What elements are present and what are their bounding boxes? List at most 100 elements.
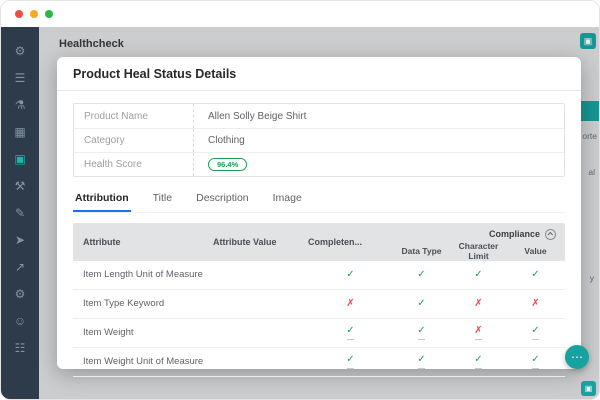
chevron-up-icon	[546, 231, 553, 238]
dash-indicator	[347, 368, 354, 369]
status-check-icon: ✓	[417, 298, 426, 309]
sidebar-item-teams[interactable]: ☷	[1, 334, 39, 361]
status-cross-icon: ✗	[531, 298, 540, 309]
dash-indicator	[532, 339, 539, 340]
dash-indicator	[532, 368, 539, 369]
completeness-status: ✗	[308, 299, 393, 309]
value-status: ✓	[507, 326, 564, 340]
database-icon: ☰	[14, 70, 26, 85]
content-area: Healthcheck ▣ orte al y Product Heal Sta…	[39, 27, 599, 399]
tab-image[interactable]: Image	[271, 189, 304, 212]
sidebar-item-tools[interactable]: ⚒	[1, 172, 39, 199]
product-name-value: Allen Solly Beige Shirt	[208, 110, 307, 122]
tab-description[interactable]: Description	[194, 189, 251, 212]
sidebar-item-export[interactable]: ↗	[1, 253, 39, 280]
column-header-attribute: Attribute	[83, 237, 121, 247]
sidebar-item-apps[interactable]: ▦	[1, 118, 39, 145]
table-header: Attribute Attribute Value Completen... C…	[73, 223, 565, 261]
status-cross-icon: ✗	[474, 325, 483, 336]
minimize-window-button[interactable]	[30, 10, 38, 18]
status-cross-icon: ✗	[474, 298, 483, 309]
status-check-icon: ✓	[474, 269, 483, 280]
sidebar-item-settings[interactable]: ⚙	[1, 37, 39, 64]
chat-fab-button[interactable]: ⋯	[565, 345, 589, 369]
attribute-name: Item Type Keyword	[83, 298, 165, 310]
info-row-product-name: Product Name Allen Solly Beige Shirt	[74, 104, 564, 128]
status-check-icon: ✓	[531, 325, 540, 336]
sidebar-item-account[interactable]: ☺	[1, 307, 39, 334]
column-header-completeness: Completen...	[308, 237, 363, 247]
close-window-button[interactable]	[15, 10, 23, 18]
info-row-category: Category Clothing	[74, 128, 564, 152]
sidebar-item-publish[interactable]: ➤	[1, 226, 39, 253]
attribute-name: Item Length Unit of Measure	[83, 269, 203, 281]
zoom-window-button[interactable]	[45, 10, 53, 18]
attribute-name: Item Weight	[83, 327, 134, 339]
info-label: Product Name	[74, 104, 194, 128]
app-window: ⚙ ☰ ⚗ ▦ ▣ ⚒ ✎ ➤ ↗ ⚙ ☺ ☷ Healthcheck ▣ or…	[0, 0, 600, 400]
value-status: ✓	[507, 355, 564, 369]
column-header-value: Value	[524, 246, 547, 256]
health-score-cell: 96.4%	[194, 158, 248, 171]
gear-icon: ⚙	[14, 286, 26, 301]
data-type-status: ✓	[393, 326, 450, 340]
wrench-icon: ⚒	[14, 178, 26, 193]
table-row: Item Length Unit of Measure ✓ ✓ ✓ ✓	[73, 261, 565, 290]
tab-attribution[interactable]: Attribution	[73, 189, 131, 212]
column-header-data-type: Data Type	[401, 246, 442, 256]
sidebar-item-products-active[interactable]: ▣	[1, 145, 39, 172]
value-status: ✗	[507, 299, 564, 309]
pencil-icon: ✎	[14, 205, 26, 220]
value-status: ✓	[507, 270, 564, 280]
status-check-icon: ✓	[417, 354, 426, 365]
info-label: Category	[74, 129, 194, 152]
status-check-icon: ✓	[346, 269, 355, 280]
character-limit-status: ✓	[450, 270, 507, 280]
character-limit-status: ✗	[450, 299, 507, 309]
info-label: Health Score	[74, 153, 194, 176]
sidebar-nav: ⚙ ☰ ⚗ ▦ ▣ ⚒ ✎ ➤ ↗ ⚙ ☺ ☷	[1, 27, 39, 399]
status-check-icon: ✓	[346, 325, 355, 336]
sidebar-item-data[interactable]: ☰	[1, 64, 39, 91]
dash-indicator	[475, 368, 482, 369]
sidebar-item-lab[interactable]: ⚗	[1, 91, 39, 118]
status-check-icon: ✓	[531, 354, 540, 365]
completeness-status: ✓	[308, 355, 393, 369]
sidebar-item-config[interactable]: ⚙	[1, 280, 39, 307]
status-cross-icon: ✗	[346, 298, 355, 309]
completeness-status: ✓	[308, 270, 393, 280]
copy-icon: ▣	[14, 151, 26, 166]
arrow-up-right-icon: ↗	[14, 259, 26, 274]
send-icon: ➤	[14, 232, 26, 247]
dash-indicator	[347, 339, 354, 340]
completeness-status: ✓	[308, 326, 393, 340]
sidebar-item-edit[interactable]: ✎	[1, 199, 39, 226]
tab-title[interactable]: Title	[151, 189, 174, 212]
table-row: Item Type Keyword ✗ ✓ ✗ ✗	[73, 290, 565, 319]
grid-icon: ▦	[14, 124, 26, 139]
dash-indicator	[418, 339, 425, 340]
character-limit-status: ✗	[450, 326, 507, 340]
corner-cube-icon[interactable]: ▣	[581, 381, 596, 396]
main-area: ⚙ ☰ ⚗ ▦ ▣ ⚒ ✎ ➤ ↗ ⚙ ☺ ☷ Healthcheck ▣ or…	[1, 27, 599, 399]
category-value: Clothing	[208, 135, 245, 146]
column-header-character-limit: Character Limit	[458, 241, 499, 261]
attribute-name: Item Weight Unit of Measure	[83, 356, 204, 368]
table-header-left: Attribute Attribute Value Completen...	[73, 223, 393, 261]
users-icon: ☷	[14, 340, 26, 355]
data-type-status: ✓	[393, 355, 450, 369]
status-check-icon: ✓	[346, 354, 355, 365]
column-header-attribute-value: Attribute Value	[213, 237, 277, 247]
health-score-badge: 96.4%	[208, 158, 248, 171]
status-check-icon: ✓	[417, 325, 426, 336]
product-heal-status-modal: Product Heal Status Details Product Name…	[57, 57, 581, 377]
gear-icon: ⚙	[14, 43, 26, 58]
compliance-subheaders: Data Type Character Limit Value	[393, 241, 564, 261]
status-check-icon: ✓	[417, 269, 426, 280]
data-type-status: ✓	[393, 270, 450, 280]
attribution-table: Attribute Attribute Value Completen... C…	[73, 223, 565, 377]
data-type-status: ✓	[393, 299, 450, 309]
dash-indicator	[418, 368, 425, 369]
table-row: Item Weight Unit of Measure ✓ ✓ ✓ ✓	[73, 348, 565, 377]
compliance-collapse-button[interactable]	[545, 228, 556, 240]
